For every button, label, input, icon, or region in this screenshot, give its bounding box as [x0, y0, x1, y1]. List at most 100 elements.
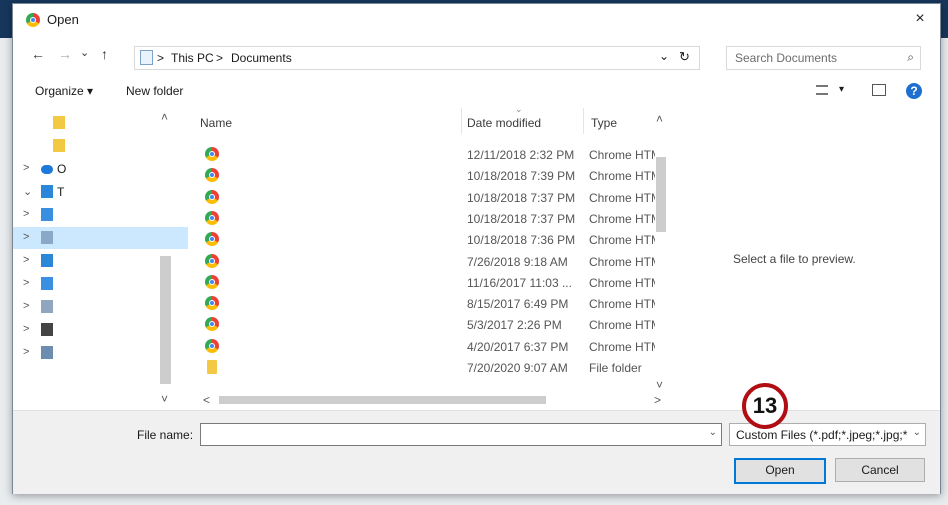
file-name-input[interactable]: ⌄	[200, 423, 722, 446]
close-button[interactable]: ×	[900, 4, 940, 34]
breadcrumb-this-pc[interactable]: This PC	[171, 51, 214, 65]
file-row[interactable]: 12/11/2018 2:32 PM Chrome HTML	[191, 144, 661, 166]
address-dropdown-icon[interactable]: ⌄	[659, 49, 669, 63]
column-type[interactable]: Type	[591, 116, 617, 130]
chrome-icon	[205, 232, 219, 247]
file-row[interactable]: 7/26/2018 9:18 AM Chrome HTML	[191, 251, 661, 273]
file-type: Chrome HTML	[589, 190, 655, 205]
scroll-down-icon[interactable]: ˅	[161, 392, 168, 406]
expand-chevron-icon[interactable]: >	[23, 277, 29, 289]
file-list-horizontal-scrollbar[interactable]: < >	[191, 393, 671, 407]
expand-chevron-icon[interactable]: >	[23, 346, 29, 358]
scroll-left-icon[interactable]: <	[203, 393, 210, 407]
column-date-modified[interactable]: Date modified	[467, 116, 541, 130]
chrome-icon	[205, 296, 219, 311]
new-folder-button[interactable]: New folder	[126, 84, 183, 98]
folder-icon	[53, 139, 65, 152]
expand-chevron-icon[interactable]: >	[23, 208, 29, 220]
downloads-icon	[41, 254, 53, 267]
expand-chevron-icon[interactable]: >	[23, 231, 29, 243]
chrome-icon	[205, 210, 219, 225]
file-type: Chrome HTML	[589, 339, 655, 354]
file-row[interactable]: 8/15/2017 6:49 PM Chrome HTML	[191, 293, 661, 315]
file-date-modified: 5/3/2017 2:26 PM	[467, 318, 562, 333]
file-row[interactable]: 10/18/2018 7:36 PM Chrome HTML	[191, 229, 661, 251]
scroll-thumb[interactable]	[219, 396, 546, 404]
file-row[interactable]: 5/3/2017 2:26 PM Chrome HTML	[191, 314, 661, 336]
chevron-down-icon: ⌄	[912, 427, 921, 438]
open-button[interactable]: Open	[734, 458, 826, 484]
file-row[interactable]: 11/16/2017 11:03 ... Chrome HTML	[191, 272, 661, 294]
this-pc-icon	[41, 185, 53, 198]
search-icon: ⌕	[907, 50, 914, 64]
scroll-up-icon[interactable]: ˄	[656, 112, 663, 126]
chrome-icon	[205, 338, 219, 353]
navigation-scrollbar[interactable]: ˄ ˅	[158, 106, 173, 407]
forward-arrow-icon[interactable]: →	[58, 46, 72, 62]
view-menu-icon[interactable]: ▾	[839, 84, 844, 95]
column-name[interactable]: Name	[200, 116, 232, 130]
chrome-icon	[205, 189, 219, 204]
expand-chevron-icon[interactable]: >	[23, 323, 29, 335]
chrome-icon	[205, 317, 219, 332]
file-date-modified: 4/20/2017 6:37 PM	[467, 339, 569, 354]
file-date-modified: 12/11/2018 2:32 PM	[467, 148, 575, 162]
scroll-up-icon[interactable]: ˄	[161, 110, 168, 124]
file-date-modified: 8/15/2017 6:49 PM	[467, 297, 569, 312]
column-divider[interactable]	[461, 108, 462, 134]
pictures-icon	[41, 300, 53, 313]
expand-chevron-icon[interactable]: >	[23, 162, 29, 174]
nav-item-label: O	[57, 162, 67, 176]
chrome-icon	[26, 13, 40, 27]
expand-chevron-icon[interactable]: ⌄	[23, 185, 32, 198]
recent-locations-icon[interactable]: ⌄	[80, 46, 89, 59]
expand-chevron-icon[interactable]: >	[23, 300, 29, 312]
scroll-down-icon[interactable]: ˅	[656, 378, 663, 392]
preview-pane-icon[interactable]	[872, 84, 886, 96]
file-date-modified: 7/20/2020 9:07 AM	[467, 361, 568, 375]
back-arrow-icon[interactable]: ←	[31, 46, 45, 62]
preview-pane-message: Select a file to preview.	[733, 252, 856, 266]
up-arrow-icon[interactable]: ↑	[101, 46, 108, 62]
scroll-thumb[interactable]	[656, 157, 666, 232]
chrome-icon	[205, 253, 219, 268]
scroll-right-icon[interactable]: >	[654, 393, 661, 407]
view-options-icon[interactable]	[816, 85, 828, 95]
address-row: ← → ⌄ ↑ > This PC > Documents ⌄ ↻ Search…	[13, 42, 940, 70]
documents-icon	[41, 231, 53, 244]
file-row[interactable]: 7/20/2020 9:07 AM File folder	[191, 357, 661, 379]
music-icon	[41, 277, 53, 290]
title-bar: Open ×	[13, 4, 940, 34]
cancel-button[interactable]: Cancel	[835, 458, 925, 482]
breadcrumb-documents[interactable]: Documents	[231, 51, 292, 65]
chrome-icon	[205, 168, 219, 183]
file-row[interactable]: 10/18/2018 7:39 PM Chrome HTML	[191, 165, 661, 187]
search-placeholder: Search Documents	[735, 51, 838, 65]
file-type: Chrome HTML	[589, 211, 655, 226]
file-type-value: Custom Files (*.pdf;*.jpeg;*.jpg;*	[736, 428, 908, 442]
file-type: Chrome HTML	[589, 254, 655, 269]
chrome-icon	[205, 274, 219, 289]
refresh-icon[interactable]: ↻	[679, 49, 690, 65]
column-divider[interactable]	[583, 108, 584, 134]
file-list: Name ⌄ Date modified Type 12/11/2018 2:3…	[191, 104, 671, 407]
scroll-thumb[interactable]	[160, 256, 171, 384]
file-row[interactable]: 4/20/2017 6:37 PM Chrome HTML	[191, 336, 661, 358]
chrome-icon	[205, 147, 219, 161]
folder-icon	[207, 360, 217, 374]
file-date-modified: 10/18/2018 7:37 PM	[467, 211, 576, 226]
documents-icon	[140, 50, 153, 65]
sort-indicator-icon: ⌄	[515, 104, 523, 114]
file-row[interactable]: 10/18/2018 7:37 PM Chrome HTML	[191, 208, 661, 230]
search-input[interactable]: Search Documents ⌕	[726, 46, 921, 70]
organize-button[interactable]: Organize ▾	[35, 84, 93, 98]
file-list-vertical-scrollbar[interactable]: ˄ ˅	[653, 112, 669, 393]
file-type: Chrome HTML	[589, 233, 655, 248]
help-icon[interactable]: ?	[906, 83, 922, 99]
desktop-icon	[41, 208, 53, 221]
file-row[interactable]: 10/18/2018 7:37 PM Chrome HTML	[191, 187, 661, 209]
address-bar[interactable]: > This PC > Documents ⌄ ↻	[134, 46, 700, 70]
file-name-dropdown-icon[interactable]: ⌄	[709, 427, 717, 438]
expand-chevron-icon[interactable]: >	[23, 254, 29, 266]
file-type: Chrome HTML	[589, 148, 655, 162]
